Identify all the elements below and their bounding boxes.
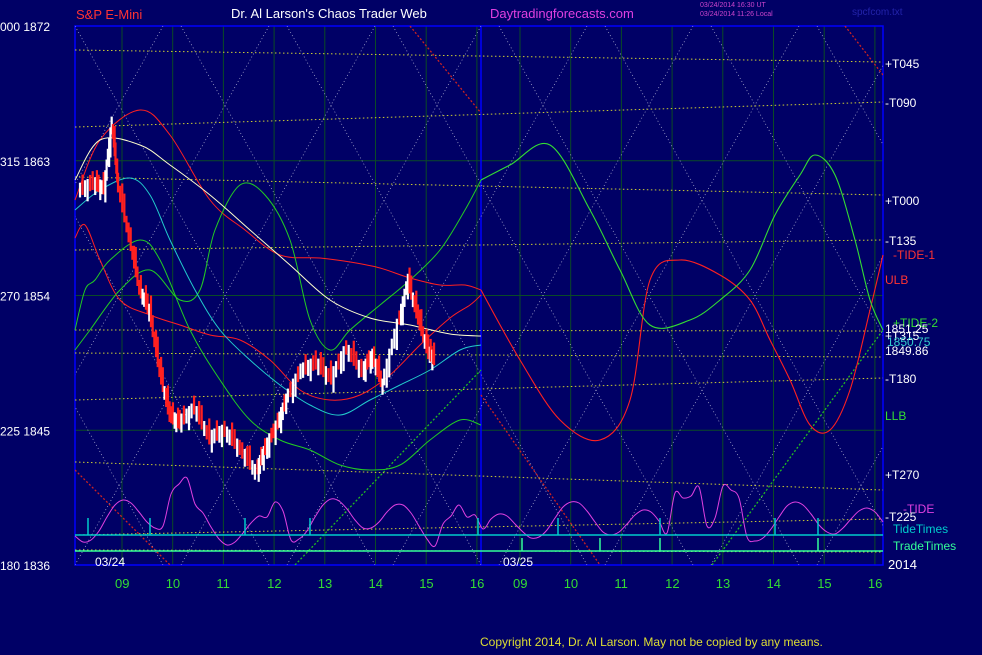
x-tick-label: 11 [614,576,628,591]
year-label: 2014 [888,557,917,572]
chart-background [0,0,982,650]
date-label: 03/25 [503,555,533,569]
right-label: -T135 [885,234,917,248]
ut-timestamp: 03/24/2014 16:30 UT [700,2,766,9]
right-label: +T000 [885,194,920,208]
chart-title: Dr. Al Larson's Chaos Trader Web [231,6,427,21]
data-filename: spcfcom.txt [852,7,903,18]
x-tick-label: 12 [267,576,281,591]
x-tick-label: 16 [470,576,484,591]
symbol-label: S&P E-Mini [76,7,142,22]
x-tick-label: 10 [564,576,578,591]
right-label: ULB [885,273,908,287]
right-label: +T270 [885,468,920,482]
x-tick-label: 15 [817,576,831,591]
x-tick-label: 13 [318,576,332,591]
chart-stage: 000 1872 315 1863 270 1854 225 1845 180 1836… [0,0,982,650]
x-tick-label: 11 [216,576,230,591]
y-tick-label: 315 1863 [0,155,50,169]
x-tick-label: 14 [369,576,383,591]
x-tick-label: 14 [767,576,781,591]
chaos-trader-chart: 000 1872 315 1863 270 1854 225 1845 180 1836… [0,0,982,650]
y-tick-label: 225 1845 [0,424,50,438]
x-tick-label: 10 [166,576,180,591]
right-label: 1849.86 [885,344,929,358]
x-tick-label: 13 [716,576,730,591]
date-label: 03/24 [95,555,125,569]
x-tick-label: 09 [115,576,129,591]
local-timestamp: 03/24/2014 11:26 Local [700,11,773,18]
y-tick-label: 000 1872 [0,20,50,34]
right-label: -TIDE-1 [893,248,935,262]
right-label: -T090 [885,96,917,110]
x-tick-label: 09 [513,576,527,591]
right-label: +T045 [885,57,920,71]
right-label: -T180 [885,372,917,386]
y-tick-label: 270 1854 [0,290,50,304]
right-label: LLB [885,409,906,423]
x-tick-label: 12 [665,576,679,591]
website-label: Daytradingforecasts.com [490,6,634,21]
y-tick-label: 180 1836 [0,559,50,573]
right-label: TradeTimes [893,539,956,553]
right-label: TideTimes [893,522,948,536]
copyright-notice: Copyright 2014, Dr. Al Larson. May not b… [480,635,823,649]
x-tick-label: 16 [868,576,882,591]
x-tick-label: 15 [419,576,433,591]
